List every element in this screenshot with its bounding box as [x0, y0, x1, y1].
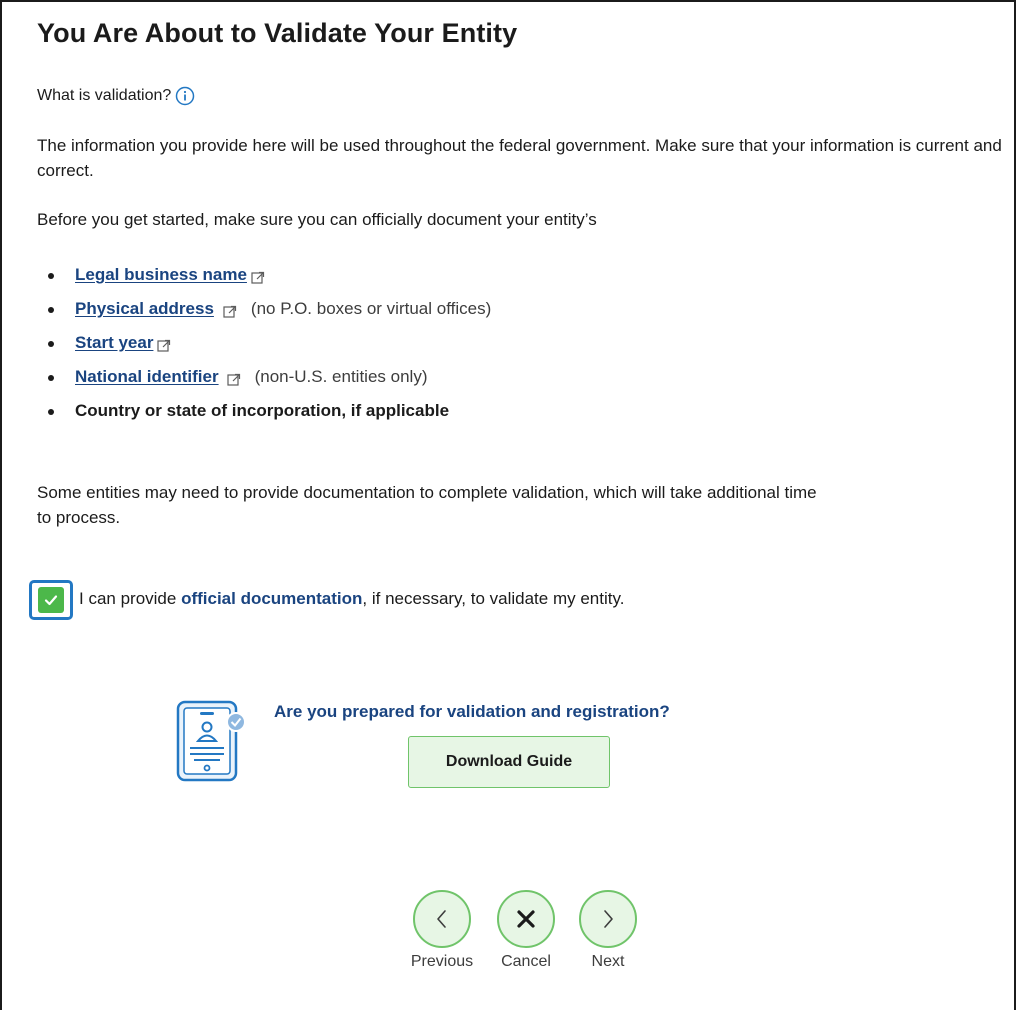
what-is-validation: What is validation? — [37, 86, 195, 106]
list-item: Legal business name — [48, 258, 491, 292]
external-link-icon — [223, 304, 237, 318]
national-identifier-link[interactable]: National identifier — [75, 367, 219, 387]
checkmark-icon — [44, 595, 58, 606]
start-year-link[interactable]: Start year — [75, 333, 153, 353]
close-icon — [517, 910, 535, 928]
national-identifier-note: (non-U.S. entities only) — [254, 367, 428, 386]
list-item: Start year — [48, 326, 491, 360]
external-link-icon — [251, 270, 265, 284]
next-label: Next — [591, 953, 625, 970]
checkbox-label-pre: I can provide — [79, 589, 182, 608]
next-circle — [579, 890, 637, 948]
info-icon[interactable] — [175, 86, 195, 106]
requirements-list: Legal business name Physical address (no… — [48, 258, 491, 428]
chevron-left-icon — [437, 910, 446, 928]
list-item: National identifier (non-U.S. entities o… — [48, 360, 491, 394]
previous-button[interactable]: Previous — [407, 890, 477, 971]
documentation-checkbox-label[interactable]: I can provide official documentation, if… — [79, 589, 624, 609]
checkbox-label-post: , if necessary, to validate my entity. — [362, 589, 625, 608]
country-of-incorporation-text: Country or state of incorporation, if ap… — [75, 401, 450, 420]
external-link-icon — [226, 372, 241, 386]
id-badge-icon — [174, 700, 246, 784]
what-is-validation-label: What is validation? — [37, 87, 172, 104]
cancel-circle — [497, 890, 555, 948]
intro-text: The information you provide here will be… — [37, 136, 1002, 180]
list-item: Country or state of incorporation, if ap… — [48, 394, 491, 428]
previous-circle — [413, 890, 471, 948]
before-text: Before you get started, make sure you ca… — [37, 210, 597, 229]
cancel-button[interactable]: Cancel — [491, 890, 561, 971]
next-button[interactable]: Next — [573, 890, 643, 971]
physical-address-note: (no P.O. boxes or virtual offices) — [250, 299, 492, 318]
page-title: You Are About to Validate Your Entity — [37, 18, 518, 48]
checkbox-label-bold: official documentation — [181, 589, 363, 608]
list-item: Physical address (no P.O. boxes or virtu… — [48, 292, 491, 326]
checkbox-checked-indicator — [38, 587, 64, 613]
physical-address-link[interactable]: Physical address — [75, 299, 214, 319]
cancel-label: Cancel — [501, 953, 551, 970]
external-link-icon — [157, 338, 171, 352]
documentation-checkbox[interactable] — [29, 580, 73, 620]
legal-business-name-link[interactable]: Legal business name — [75, 265, 247, 285]
chevron-right-icon — [604, 910, 613, 928]
download-guide-button[interactable]: Download Guide — [408, 736, 610, 788]
previous-label: Previous — [410, 953, 474, 970]
documentation-note: Some entities may need to provide docume… — [37, 483, 817, 527]
prepared-question: Are you prepared for validation and regi… — [274, 702, 670, 721]
